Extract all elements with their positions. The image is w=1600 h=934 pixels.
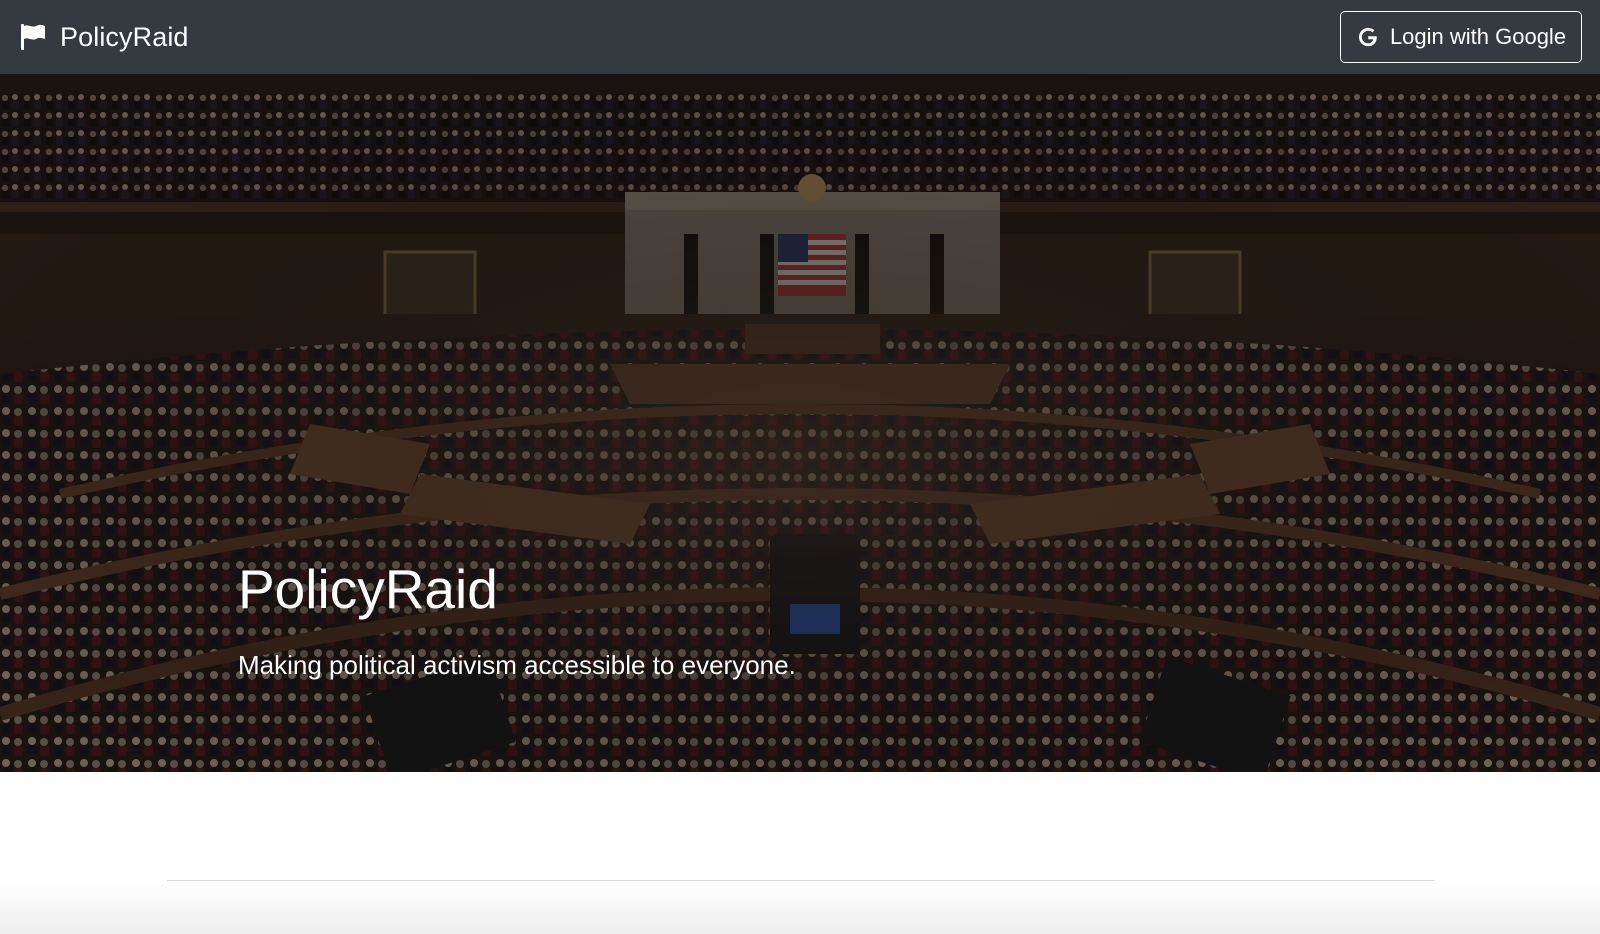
hero-section: PolicyRaid Making political activism acc… (0, 74, 1600, 772)
login-label: Login with Google (1389, 24, 1567, 49)
hero-title: PolicyRaid (238, 558, 498, 620)
page-bottom-fade (0, 881, 1600, 934)
brand-link[interactable]: PolicyRaid (18, 22, 189, 53)
hero-subtitle: Making political activism accessible to … (238, 650, 796, 680)
flag-icon (18, 22, 48, 52)
navbar: PolicyRaid Login with Google (0, 0, 1600, 74)
login-with-google-button[interactable]: Login with Google (1340, 11, 1582, 63)
google-g-icon (1356, 25, 1380, 49)
brand-name: PolicyRaid (60, 21, 189, 52)
